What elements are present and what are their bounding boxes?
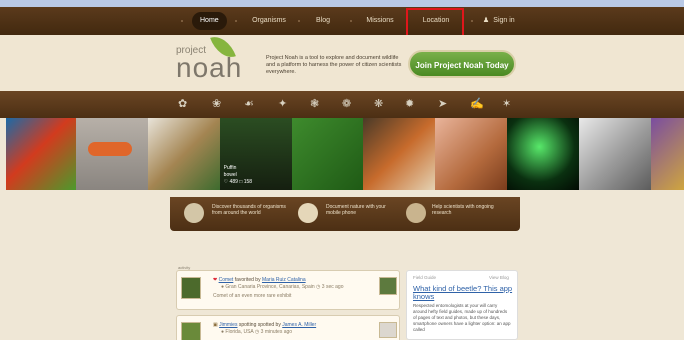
nav-organisms[interactable]: Organisms [248,12,290,30]
main-nav: Home Organisms Blog Missions Location ♟ … [0,7,684,35]
feed-side-thumb[interactable] [379,322,397,338]
hand-icon[interactable]: ✍ [470,97,484,111]
nav-missions[interactable]: Missions [365,12,395,30]
user-icon: ♟ [482,17,490,24]
browser-topbar [0,0,684,7]
feed-line: ❤ Comet favorited by Maria Ruiz Catalina [213,277,373,284]
nav-blog[interactable]: Blog [312,12,334,30]
feature-bar: Discover thousands of organisms from aro… [170,197,520,231]
tagline: Project Noah is a tool to explore and do… [266,55,402,75]
feed-link[interactable]: Comet [219,277,234,283]
bird-icon[interactable]: ✦ [278,97,287,111]
category-bar: ✿ ❀ ☙ ✦ ❃ ❁ ❋ ✹ ➤ ✍ ✶ [0,91,684,118]
photo-arctic-fox[interactable] [579,118,652,190]
sidebar-title[interactable]: What kind of beetle? This app knows [413,285,513,301]
photo-caterpillar[interactable] [75,118,148,190]
photo-lorikeets[interactable] [6,118,76,190]
feed-side-thumb[interactable] [379,277,397,295]
feed-meta: ● Florida, USA ◷ 3 minutes ago [221,329,381,336]
insect-icon[interactable]: ❃ [310,97,319,111]
pin-icon: ● [221,329,225,335]
sidebar-body: Respected entomologists at your will car… [413,303,511,332]
nav-separator [235,20,237,22]
fish-icon[interactable]: ➤ [438,97,447,111]
info-research: Help scientists with ongoing research [432,204,494,216]
feed-location: Florida, USA [225,329,254,335]
feed-thumb[interactable] [181,322,201,340]
photo-caption-sub: bowel [223,172,237,178]
research-icon [406,203,426,223]
spotting-icon: ▣ [213,322,218,328]
frog-icon[interactable]: ✹ [405,97,414,111]
feed-title[interactable]: Jimmies [219,322,237,328]
heart-icon: ❤ [213,277,218,283]
feed-item: ▣ Jimmies spotting spotted by James A. M… [176,315,400,340]
sidebar-view-link[interactable]: View Blog [489,275,509,280]
discover-icon [184,203,204,223]
photo-caption: Puffin bowel ♡ 489 □ 158 [224,165,252,186]
butterfly-icon[interactable]: ❋ [374,97,383,111]
nav-home[interactable]: Home [192,12,227,30]
starfish-icon[interactable]: ✶ [502,97,511,111]
mushroom-icon[interactable]: ☙ [244,97,254,111]
shell-icon[interactable]: ❁ [342,97,351,111]
photo-leaf-insect[interactable] [291,118,364,190]
document-icon [298,203,318,223]
nav-separator [350,20,352,22]
nav-separator [471,20,473,22]
feed-comment: Comet of an even more rare exhibit [213,293,292,299]
photo-insect[interactable] [651,118,684,190]
photo-fox[interactable] [363,118,436,190]
photo-puffin[interactable]: Puffin bowel ♡ 489 □ 158 [219,118,292,190]
photo-caption-title: Puffin [223,165,237,171]
photo-glow-mushroom[interactable] [507,118,580,190]
join-button[interactable]: Join Project Noah Today [408,50,516,78]
flower-icon[interactable]: ❀ [212,97,221,111]
clock-icon: ◷ [254,329,260,335]
info-discover: Discover thousands of organisms from aro… [212,204,286,216]
likes-count: 489 [229,179,238,185]
photo-eagle[interactable] [147,118,220,190]
feed-line: ▣ Jimmies spotting spotted by James A. M… [213,322,373,329]
feed-user[interactable]: Maria Ruiz Catalina [262,277,306,283]
pin-icon: ● [221,284,225,290]
info-document: Document nature with your mobile phone [326,204,386,216]
clock-icon: ◷ [316,284,321,290]
comments-count: 158 [243,179,253,185]
sidebar-heading: Field Guide [413,275,437,280]
feed-action: favorited by [234,277,261,283]
photo-caption-stats: ♡ 489 □ 158 [223,179,253,185]
highlight-box [406,8,464,38]
nav-sign-in[interactable]: Sign in [492,12,516,30]
feed-time: 3 minutes ago [260,329,293,335]
feed-thumb[interactable] [181,277,201,299]
photo-carousel: Puffin bowel ♡ 489 □ 158 [6,118,684,190]
feed-item: ❤ Comet favorited by Maria Ruiz Catalina… [176,270,400,310]
nav-separator [298,20,300,22]
feed-location: Gran Canaria Province, Canarias, Spain [225,284,315,290]
feed-user[interactable]: James A. Miller [282,322,316,328]
leaf-icon[interactable]: ✿ [178,97,187,111]
photo-beetle[interactable] [435,118,508,190]
nav-separator [181,20,183,22]
sidebar-blog: Field Guide View Blog What kind of beetl… [406,270,518,340]
feed-time: 3 sec ago [321,284,344,290]
feed-action: spotting spotted by [238,322,281,328]
logo-text[interactable]: noah [176,52,242,84]
feed-meta: ● Gran Canaria Province, Canarias, Spain… [221,284,381,291]
